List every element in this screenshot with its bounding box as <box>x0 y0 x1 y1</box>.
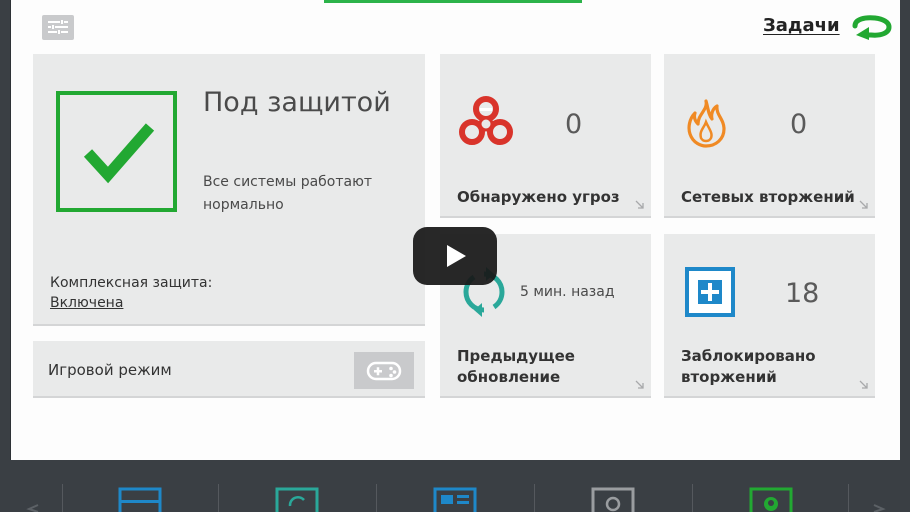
top-accent-bar <box>324 0 582 3</box>
bottom-nav-bar <box>0 460 910 512</box>
reports-icon[interactable] <box>433 486 477 512</box>
video-play-button[interactable] <box>413 227 497 285</box>
support-icon[interactable] <box>749 486 793 512</box>
return-arrow-icon[interactable] <box>849 14 893 40</box>
update-nav-icon[interactable] <box>275 486 319 512</box>
expand-corner-icon <box>859 200 868 209</box>
nav-separator <box>534 484 535 512</box>
expand-corner-icon <box>635 380 644 389</box>
nav-separator <box>848 484 849 512</box>
protection-label: Комплексная защита: <box>50 275 213 291</box>
chevron-right-icon[interactable] <box>872 504 886 512</box>
update-label-line2: обновление <box>457 368 561 386</box>
tasks-link[interactable]: Задачи <box>763 15 840 36</box>
nav-separator <box>376 484 377 512</box>
scan-icon[interactable] <box>118 486 162 512</box>
gamepad-icon <box>366 361 402 381</box>
nav-separator <box>62 484 63 512</box>
game-mode-toggle[interactable] <box>354 352 414 389</box>
expand-corner-icon <box>635 200 644 209</box>
game-mode-label: Игровой режим <box>48 361 172 379</box>
threats-count: 0 <box>565 109 583 140</box>
protection-value-link[interactable]: Включена <box>50 295 123 311</box>
flame-icon <box>687 99 726 148</box>
safe-money-icon[interactable] <box>591 486 635 512</box>
plus-box-icon <box>685 267 735 317</box>
play-icon <box>447 245 466 267</box>
biohazard-icon <box>459 96 513 145</box>
tile-threats[interactable]: 0 Обнаружено угроз <box>440 54 651 218</box>
blocked-label-line1: Заблокировано <box>681 347 816 365</box>
chevron-left-icon[interactable] <box>26 504 40 512</box>
status-description: Все системы работают нормально <box>203 174 373 213</box>
protection-status-card[interactable]: Под защитой Все системы работают нормаль… <box>33 54 425 326</box>
nav-separator <box>692 484 693 512</box>
blocked-count: 18 <box>785 278 820 309</box>
intrusions-count: 0 <box>790 109 808 140</box>
settings-button[interactable] <box>42 15 74 40</box>
intrusions-label: Сетевых вторжений <box>681 188 855 206</box>
nav-separator <box>218 484 219 512</box>
update-label-line1: Предыдущее <box>457 347 575 365</box>
update-time: 5 мин. назад <box>520 284 615 300</box>
status-title: Под защитой <box>203 87 391 118</box>
blocked-label-line2: вторжений <box>681 368 777 386</box>
tile-network-intrusions[interactable]: 0 Сетевых вторжений <box>664 54 875 218</box>
expand-corner-icon <box>859 380 868 389</box>
game-mode-card[interactable]: Игровой режим <box>33 341 425 398</box>
check-icon <box>56 91 177 212</box>
tile-blocked-intrusions[interactable]: 18 Заблокировано вторжений <box>664 234 875 398</box>
threats-label: Обнаружено угроз <box>457 188 620 206</box>
